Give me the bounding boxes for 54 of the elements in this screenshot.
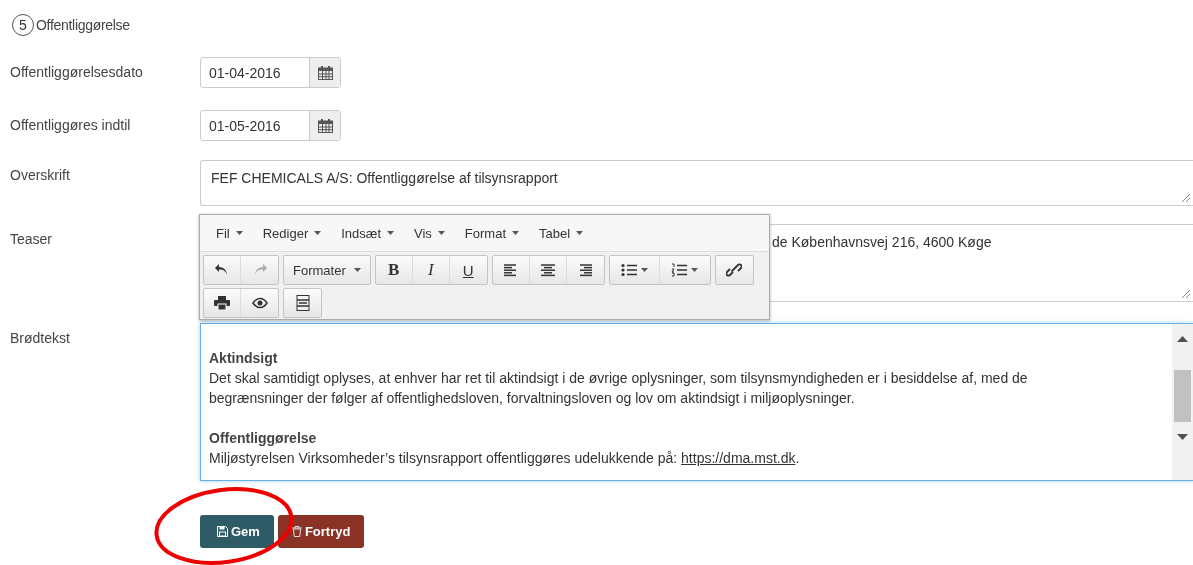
format-dropdown[interactable]: Formater: [284, 256, 370, 284]
menu-item[interactable]: Fil: [206, 219, 253, 247]
scroll-up-icon[interactable]: [1177, 336, 1188, 342]
resize-grip-icon[interactable]: [1181, 193, 1190, 202]
resize-grip-icon[interactable]: [1181, 289, 1190, 298]
printer-icon: [214, 296, 230, 310]
calendar-icon: [317, 118, 333, 133]
undo-icon: [214, 263, 230, 277]
eye-icon: [251, 296, 268, 310]
caret-icon: [387, 231, 394, 235]
date-field[interactable]: 01-05-2016: [200, 110, 341, 141]
text-style-button[interactable]: B: [375, 256, 413, 284]
menu-item[interactable]: Vis: [404, 219, 455, 247]
bullet-list-icon: [620, 263, 637, 277]
field-label: Overskrift: [10, 166, 71, 185]
field-label: Teaser: [10, 230, 54, 249]
field-label: Offentliggøres indtil: [10, 116, 132, 135]
caret-icon: [576, 231, 584, 235]
cancel-button[interactable]: Fortryd: [277, 515, 365, 548]
align-center-icon: [539, 263, 556, 277]
numbered-list-icon: [671, 263, 688, 277]
menu-item[interactable]: Indsæt: [331, 219, 404, 247]
editor-heading: Offentliggørelse: [209, 429, 318, 448]
text-area[interactable]: FEF CHEMICALS A/S: Offentliggørelse af tilsynsrapport: [200, 160, 1193, 206]
floppy-icon: [217, 526, 228, 537]
link-icon: [726, 263, 743, 277]
text-style-button[interactable]: I: [412, 256, 450, 284]
save-button[interactable]: Gem: [200, 515, 274, 548]
section-title: Offentliggørelse: [36, 17, 130, 33]
page-break-icon: [294, 295, 311, 311]
menu-item[interactable]: Tabel: [529, 219, 594, 247]
editor-paragraph: Det skal samtidigt oplyses, at enhver har ret til aktindsigt i de øvrige oplysninger, som tilsynsmyndigheden er i besiddelse af, med de begrænsninger der følger af offentlighedsloven, forvaltningsloven og lov om aktindsigt i miljøoplysninger.: [209, 369, 1029, 408]
field-label: Brødtekst: [10, 329, 71, 348]
caret-icon: [691, 268, 699, 272]
trash-icon: [291, 526, 302, 537]
align-right-icon: [577, 263, 594, 277]
caret-icon: [235, 231, 243, 235]
caret-icon: [640, 268, 648, 272]
editor-heading: Aktindsigt: [209, 349, 279, 368]
align-left-icon: [502, 263, 519, 277]
caret-icon: [437, 231, 445, 235]
editor-paragraph: Miljøstyrelsen Virksomheder’s tilsynsrapport offentliggøres udelukkende på: https://dma.mst.dk.: [209, 449, 801, 468]
calendar-icon: [317, 65, 333, 80]
scrollbar[interactable]: [1172, 324, 1193, 480]
menu-item[interactable]: Rediger: [252, 219, 332, 247]
text-style-button[interactable]: U: [449, 256, 487, 284]
caret-icon: [314, 231, 322, 235]
caret-icon: [512, 231, 519, 235]
caret-icon: [353, 268, 361, 272]
field-label: Offentliggørelsesdato: [10, 63, 144, 82]
scroll-down-icon[interactable]: [1177, 434, 1188, 440]
menu-item[interactable]: Format: [454, 219, 529, 247]
rich-text-editor[interactable]: [200, 323, 1193, 481]
date-field[interactable]: 01-04-2016: [200, 57, 341, 88]
